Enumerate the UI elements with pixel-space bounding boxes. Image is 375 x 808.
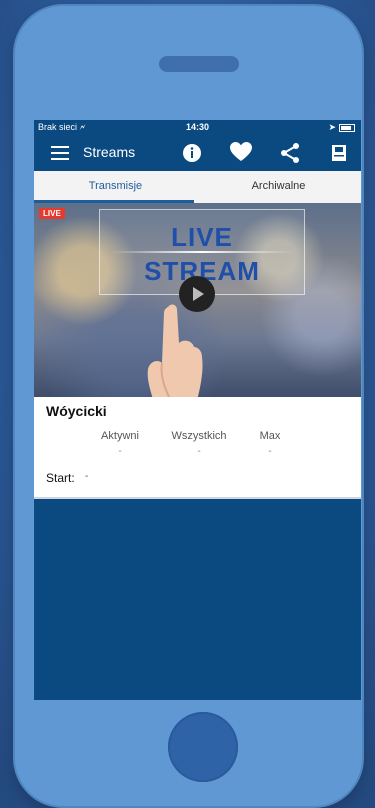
start-label: Start:: [46, 471, 75, 485]
video-thumbnail[interactable]: LIVE LIVE STREAM: [34, 203, 361, 397]
stream-name: Wóycicki: [46, 403, 107, 419]
stat-label: Wszystkich: [171, 430, 227, 442]
menu-icon[interactable]: [51, 146, 69, 160]
graphic-text-line1: LIVE: [171, 222, 233, 252]
battery-icon: [339, 123, 355, 132]
save-icon[interactable]: [328, 142, 350, 164]
glow-line: [110, 251, 294, 253]
stat-label: Max: [259, 430, 281, 442]
location-icon: ➤: [328, 122, 336, 132]
info-icon[interactable]: [181, 142, 203, 164]
status-time: 14:30: [185, 122, 210, 132]
stat-label: Aktywni: [101, 430, 139, 442]
phone-speaker: [159, 56, 239, 72]
status-bar: Brak sieci 🗲 14:30 ➤: [34, 120, 361, 134]
toolbar-title: Streams: [83, 144, 136, 160]
stat-max: Max -: [250, 430, 290, 457]
tab-bar: Transmisje Archiwalne: [34, 171, 361, 203]
pointing-hand-image: [147, 304, 203, 397]
heart-icon[interactable]: [229, 141, 253, 163]
app-screen: Brak sieci 🗲 14:30 ➤ Streams Transmisje …: [34, 120, 361, 700]
stat-value: -: [197, 446, 201, 457]
stat-value: -: [268, 446, 272, 457]
tab-archiwalne[interactable]: Archiwalne: [197, 171, 360, 203]
play-icon[interactable]: [179, 276, 215, 312]
phone-home-button[interactable]: [168, 712, 238, 782]
stat-value: -: [118, 446, 122, 457]
start-value: -: [85, 471, 89, 482]
share-icon[interactable]: [279, 142, 301, 164]
live-badge: LIVE: [39, 208, 65, 219]
status-right: ➤: [328, 122, 355, 133]
stream-info-card: Wóycicki Aktywni - Wszystkich - Max - St…: [34, 397, 361, 499]
tab-transmisje[interactable]: Transmisje: [34, 171, 197, 203]
stat-wszystkich: Wszystkich -: [164, 430, 234, 457]
stat-aktywni: Aktywni -: [90, 430, 150, 457]
app-toolbar: Streams: [34, 134, 361, 171]
